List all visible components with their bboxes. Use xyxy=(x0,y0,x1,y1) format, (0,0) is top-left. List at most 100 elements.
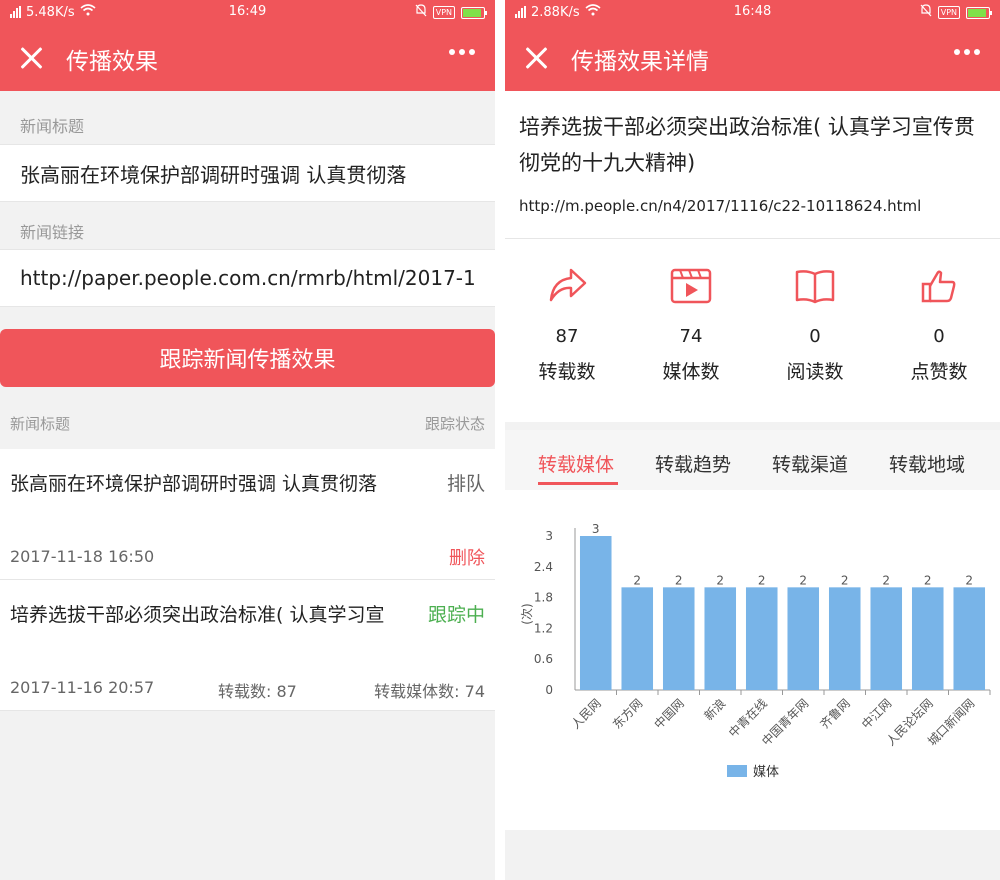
status-bar: 2.88K/s 16:48 VPN xyxy=(505,0,1000,24)
list-header-title: 新闻标题 xyxy=(10,415,71,433)
chart-bar xyxy=(787,587,820,690)
delete-button[interactable]: 删除 xyxy=(449,544,485,570)
chart-bar xyxy=(870,587,903,690)
x-tick-label: 中国网 xyxy=(651,696,687,732)
reprint-count: 转载数: 87 xyxy=(218,682,297,701)
vpn-badge: VPN xyxy=(937,6,960,19)
news-item-title: 张高丽在环境保护部调研时强调 认真贯彻落 xyxy=(10,473,378,495)
news-title-row xyxy=(0,144,495,202)
left-screen: 5.48K/s 16:49 VPN 传播效果 新闻标题 新闻链接 xyxy=(0,0,495,880)
y-tick-label: 1.2 xyxy=(534,621,553,635)
news-link-input[interactable] xyxy=(0,250,495,306)
x-tick-label: 新浪 xyxy=(701,696,729,724)
stat-likes: 0 点赞数 xyxy=(877,264,1000,384)
more-options-icon[interactable] xyxy=(954,49,980,55)
chart-bar xyxy=(911,587,944,690)
stat-reprints: 87 转载数 xyxy=(505,264,629,384)
article-title: 培养选拔干部必须突出政治标准( 认真学习宣传贯彻党的十九大精神) xyxy=(519,115,975,175)
news-link-label: 新闻链接 xyxy=(20,223,85,242)
media-count: 转载媒体数: 74 xyxy=(374,682,485,701)
chart-bar xyxy=(953,587,986,690)
tab-reprint-trend[interactable]: 转载趋势 xyxy=(655,450,731,477)
media-bar-chart: 00.61.21.82.43(次)3人民网2东方网2中国网2新浪2中青在线2中国… xyxy=(520,522,991,780)
stat-value: 0 xyxy=(933,326,945,347)
news-link-row xyxy=(0,249,495,307)
bar-value-label: 2 xyxy=(716,573,724,587)
y-tick-label: 1.8 xyxy=(534,591,553,605)
stat-value: 74 xyxy=(679,326,703,347)
share-arrow-icon xyxy=(545,264,589,308)
article-detail: 培养选拔干部必须突出政治标准( 认真学习宣传贯彻党的十九大精神) http://… xyxy=(505,91,1000,239)
status-badge: 跟踪中 xyxy=(427,604,485,626)
right-header: 2.88K/s 16:48 VPN 传播效果详情 xyxy=(505,0,1000,91)
alarm-off-icon xyxy=(920,4,932,21)
chart-bar xyxy=(745,587,778,690)
list-item[interactable]: 张高丽在环境保护部调研时强调 认真贯彻落 排队 2017-11-18 16:50… xyxy=(0,449,495,580)
x-tick-label: 中江网 xyxy=(858,696,894,732)
y-axis-label: (次) xyxy=(520,603,534,624)
page-title: 传播效果 xyxy=(66,49,158,75)
more-options-icon[interactable] xyxy=(449,49,475,55)
y-tick-label: 2.4 xyxy=(534,560,553,574)
x-tick-label: 东方网 xyxy=(609,696,645,732)
status-bar: 5.48K/s 16:49 VPN xyxy=(0,0,495,24)
tab-reprint-region[interactable]: 转载地域 xyxy=(889,450,965,477)
bar-value-label: 2 xyxy=(758,573,766,587)
stats-panel: 87 转载数 74 媒体数 0 阅读数 0 点赞数 xyxy=(505,240,1000,422)
divider xyxy=(505,422,1000,430)
tab-reprint-channel[interactable]: 转载渠道 xyxy=(772,450,848,477)
stat-label: 媒体数 xyxy=(662,361,720,383)
x-tick-label: 人民网 xyxy=(569,696,604,731)
right-screen: 2.88K/s 16:48 VPN 传播效果详情 培养选拔干部必须突出政治标准(… xyxy=(505,0,1000,880)
video-icon xyxy=(669,264,713,308)
list-header-status: 跟踪状态 xyxy=(424,415,485,433)
chart-bar xyxy=(662,587,695,690)
bar-value-label: 3 xyxy=(592,522,600,536)
news-title-label: 新闻标题 xyxy=(20,117,85,136)
news-item-date: 2017-11-16 20:57 xyxy=(10,678,155,697)
track-news-button[interactable]: 跟踪新闻传播效果 xyxy=(0,329,495,387)
news-item-title: 培养选拔干部必须突出政治标准( 认真学习宣 xyxy=(10,604,385,626)
bar-value-label: 2 xyxy=(882,573,890,587)
battery-icon xyxy=(461,6,487,19)
bottom-band xyxy=(505,830,1000,880)
stat-label: 点赞数 xyxy=(910,361,968,383)
chart-bar xyxy=(704,587,737,690)
tab-reprint-media[interactable]: 转载媒体 xyxy=(538,450,614,477)
alarm-off-icon xyxy=(415,4,427,21)
close-icon[interactable] xyxy=(18,44,46,72)
news-item-date: 2017-11-18 16:50 xyxy=(10,547,155,566)
close-icon[interactable] xyxy=(523,44,551,72)
chart-container: 0 0.6 1.2 1.8 2.4 3 (次) 3 人民网 2 东方网 2 中国网 2 新浪 2 中青在线 2 中国… xyxy=(505,490,1000,830)
stat-label: 转载数 xyxy=(538,361,596,383)
left-header: 5.48K/s 16:49 VPN 传播效果 xyxy=(0,0,495,91)
chart-bar xyxy=(828,587,861,690)
chart-bar xyxy=(579,536,612,690)
thumbs-up-icon xyxy=(917,264,961,308)
bar-value-label: 2 xyxy=(799,573,807,587)
bar-value-label: 2 xyxy=(841,573,849,587)
nav-bar: 传播效果详情 xyxy=(505,24,1000,91)
vpn-badge: VPN xyxy=(432,6,455,19)
battery-icon xyxy=(966,6,992,19)
legend-label: 媒体 xyxy=(753,765,779,780)
stat-media: 74 媒体数 xyxy=(629,264,753,384)
stat-label: 阅读数 xyxy=(786,361,844,383)
bar-value-label: 2 xyxy=(675,573,683,587)
stat-value: 87 xyxy=(555,326,579,347)
status-badge: 排队 xyxy=(446,473,485,495)
legend-swatch xyxy=(727,765,747,777)
article-url[interactable]: http://m.people.cn/n4/2017/1116/c22-1011… xyxy=(519,197,921,215)
chart-bar xyxy=(621,587,654,690)
y-tick-label: 0.6 xyxy=(534,652,553,666)
tab-bar: 转载媒体 转载趋势 转载渠道 转载地域 xyxy=(505,430,1000,490)
bar-value-label: 2 xyxy=(924,573,932,587)
news-title-input[interactable] xyxy=(0,145,495,201)
nav-bar: 传播效果 xyxy=(0,24,495,91)
y-tick-label: 3 xyxy=(545,529,553,543)
bar-value-label: 2 xyxy=(633,573,641,587)
list-item[interactable]: 培养选拔干部必须突出政治标准( 认真学习宣 跟踪中 2017-11-16 20:… xyxy=(0,580,495,711)
x-tick-label: 齐鲁网 xyxy=(817,696,853,732)
y-tick-label: 0 xyxy=(545,683,553,697)
bar-value-label: 2 xyxy=(965,573,973,587)
